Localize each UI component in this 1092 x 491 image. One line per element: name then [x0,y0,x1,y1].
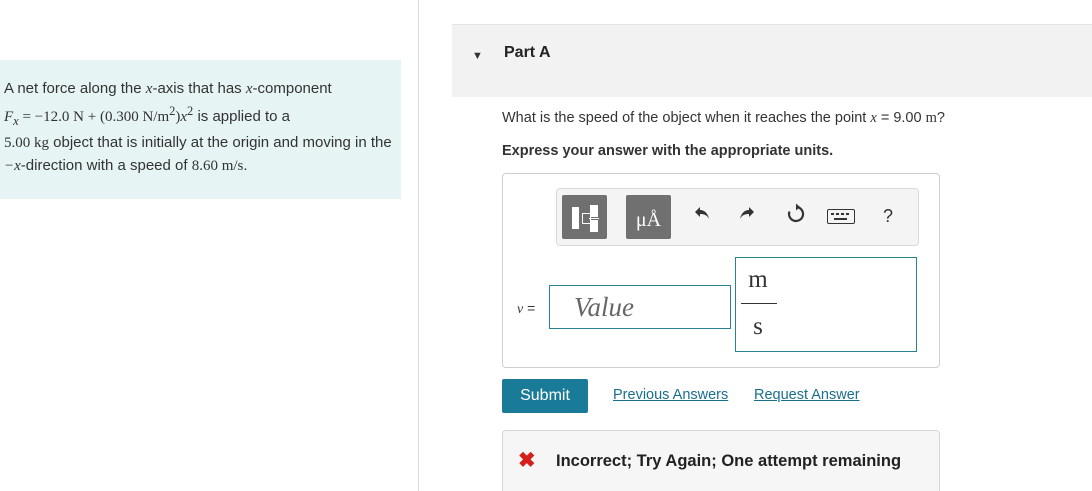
incorrect-icon: ✖ [518,449,536,472]
feedback-banner: ✖ Incorrect; Try Again; One attempt rema… [502,430,940,491]
column-divider [418,0,419,491]
answer-variable-label: v = [517,300,536,317]
template-block-icon [572,207,579,229]
instruction-text: Express your answer with the appropriate… [502,143,834,159]
redo-icon[interactable] [733,203,759,229]
units-button[interactable]: μÅ [626,195,671,239]
part-a-header[interactable]: ▼ Part A [452,24,1092,97]
unit-numerator: m [748,266,768,293]
feedback-text: Incorrect; Try Again; One attempt remain… [556,452,902,470]
unit-denominator: s [753,313,763,340]
collapse-caret-icon[interactable]: ▼ [472,50,483,62]
question-text: What is the speed of the object when it … [502,110,945,126]
previous-answers-link[interactable]: Previous Answers [613,387,728,403]
value-input[interactable] [549,285,731,329]
reset-icon[interactable] [783,203,809,229]
template-fraction-bar-icon [589,218,599,219]
templates-button[interactable] [562,195,607,239]
math-toolbar: μÅ ? [556,188,919,246]
undo-icon[interactable] [690,203,716,229]
problem-text: A net force along the x-axis that has x-… [4,80,392,174]
unit-fraction-bar [741,303,777,304]
part-title: Part A [504,44,551,61]
problem-statement: A net force along the x-axis that has x-… [0,60,401,199]
answer-box: μÅ ? v = m s [502,173,940,368]
request-answer-link[interactable]: Request Answer [754,387,860,403]
template-numerator-icon [590,205,598,217]
submit-button[interactable]: Submit [502,379,588,413]
units-input[interactable]: m s [735,257,917,352]
template-denominator-icon [590,220,598,232]
keyboard-icon[interactable] [825,203,857,229]
help-icon[interactable]: ? [875,203,901,229]
units-button-label: μÅ [635,209,662,231]
